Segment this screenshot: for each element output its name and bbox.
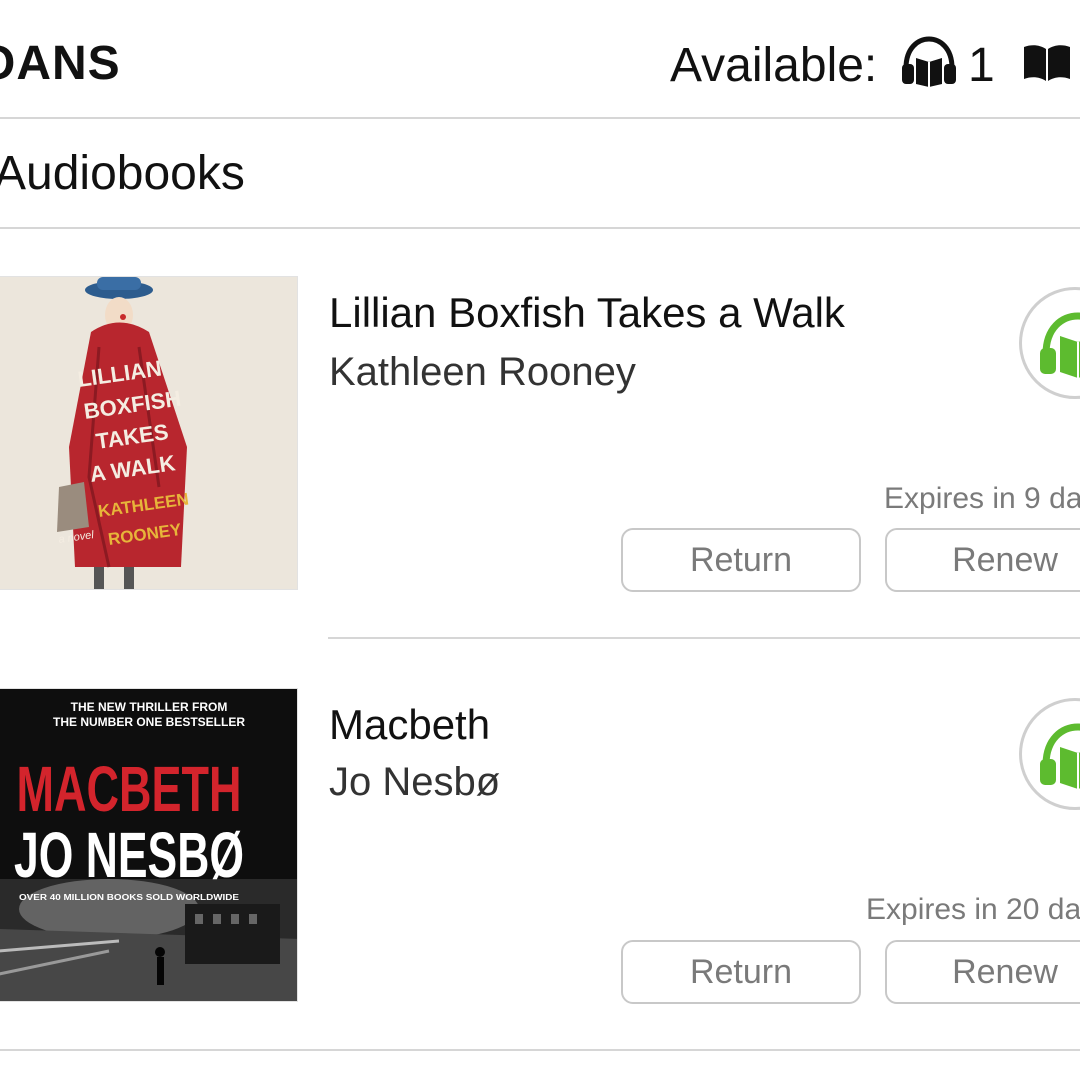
book-cover-macbeth[interactable]: THE NEW THRILLER FROM THE NUMBER ONE BES… bbox=[0, 688, 298, 1002]
expiry-text: Expires in 9 da bbox=[884, 482, 1080, 515]
expiry-text: Expires in 20 da bbox=[866, 893, 1080, 926]
book-cover-lillian-boxfish[interactable]: LILLIAN BOXFISH TAKES A WALK KATHLEEN RO… bbox=[0, 276, 298, 590]
cover-text: THE NEW THRILLER FROM bbox=[71, 700, 228, 714]
page-title: OANS bbox=[0, 37, 121, 90]
return-button[interactable]: Return bbox=[621, 528, 861, 592]
audiobook-status-button[interactable] bbox=[1019, 698, 1080, 810]
open-book-icon bbox=[1024, 45, 1070, 81]
headphones-icon bbox=[902, 36, 956, 87]
header-divider bbox=[0, 117, 1080, 119]
cover-text: THE NUMBER ONE BESTSELLER bbox=[53, 715, 245, 729]
list-bottom-divider bbox=[0, 1049, 1080, 1051]
renew-button[interactable]: Renew bbox=[885, 528, 1080, 592]
book-title[interactable]: Lillian Boxfish Takes a Walk bbox=[329, 288, 845, 338]
book-author: Jo Nesbø bbox=[329, 760, 501, 804]
loan-divider bbox=[328, 637, 1080, 639]
book-author: Kathleen Rooney bbox=[329, 350, 636, 394]
book-title[interactable]: Macbeth bbox=[329, 700, 490, 750]
cover-text: MACBETH bbox=[17, 753, 242, 825]
cover-text: OVER 40 MILLION BOOKS SOLD WORLDWIDE bbox=[19, 893, 240, 902]
renew-button[interactable]: Renew bbox=[885, 940, 1080, 1004]
cover-text: JO NESBØ bbox=[14, 819, 244, 891]
section-divider bbox=[0, 227, 1080, 229]
green-audiobook-icon bbox=[1040, 312, 1080, 378]
return-button[interactable]: Return bbox=[621, 940, 861, 1004]
green-audiobook-icon bbox=[1040, 723, 1080, 789]
audiobook-status-button[interactable] bbox=[1019, 287, 1080, 399]
available-audiobooks-count: 1 bbox=[968, 39, 995, 92]
section-title-audiobooks: Audiobooks bbox=[0, 147, 245, 200]
available-label: Available: bbox=[670, 39, 878, 92]
